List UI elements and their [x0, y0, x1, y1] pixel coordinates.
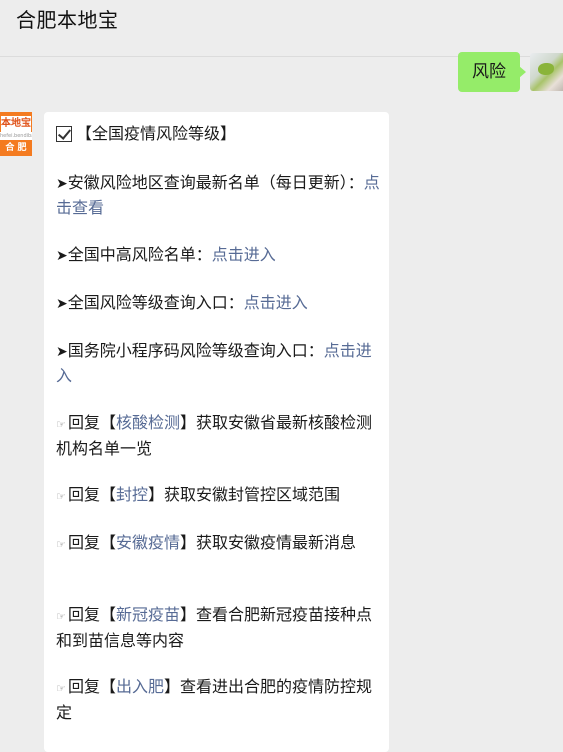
heading-text: 【全国疫情风险等级】: [76, 124, 237, 143]
pointing-hand-icon: ☞: [56, 682, 66, 695]
reply-text: 回复【: [68, 413, 117, 432]
account-avatar[interactable]: 本地宝 hefei.bendibao.com 合 肥: [0, 112, 32, 156]
reply-item: ☞ 回复【安徽疫情】获取安徽疫情最新消息: [56, 531, 381, 557]
reply-text: 回复【: [68, 533, 117, 552]
message-heading: 【全国疫情风险等级】: [56, 122, 381, 146]
list-item-text: 安徽风险地区查询最新名单（每日更新）：: [67, 173, 364, 192]
pointing-hand-icon: ☞: [56, 610, 66, 623]
keyword-link[interactable]: 新冠疫苗: [116, 605, 180, 624]
reply-item: ☞ 回复【出入肥】查看进出合肥的疫情防控规定: [56, 675, 381, 725]
arrow-icon: ➤: [56, 248, 68, 264]
enter-link[interactable]: 点击进入: [244, 293, 308, 312]
keyword-link[interactable]: 封控: [116, 485, 148, 504]
incoming-message-card: 【全国疫情风险等级】 ➤安徽风险地区查询最新名单（每日更新）：点击查看 ➤全国中…: [44, 112, 389, 752]
reply-text: 回复【: [68, 485, 117, 504]
keyword-link[interactable]: 出入肥: [116, 677, 164, 696]
account-logo-city: 合 肥: [5, 143, 27, 153]
reply-item: ☞ 回复【核酸检测】获取安徽省最新核酸检测机构名单一览: [56, 411, 381, 461]
reply-text: 】获取安徽封管控区域范围: [148, 485, 341, 504]
list-item: ➤全国风险等级查询入口：点击进入: [56, 291, 381, 316]
keyword-link[interactable]: 核酸检测: [116, 413, 180, 432]
reply-text: 回复【: [68, 677, 117, 696]
arrow-icon: ➤: [56, 176, 68, 192]
arrow-icon: ➤: [56, 296, 68, 312]
list-item-text: 国务院小程序码风险等级查询入口：: [67, 341, 324, 360]
list-item-text: 全国中高风险名单：: [67, 245, 212, 264]
list-item: ➤全国中高风险名单：点击进入: [56, 243, 381, 268]
chat-title: 合肥本地宝: [16, 8, 119, 32]
keyword-link[interactable]: 安徽疫情: [116, 533, 180, 552]
enter-link[interactable]: 点击进入: [212, 245, 276, 264]
pointing-hand-icon: ☞: [56, 418, 66, 431]
reply-text: 回复【: [68, 605, 117, 624]
reply-item: ☞ 回复【新冠疫苗】查看合肥新冠疫苗接种点和到苗信息等内容: [56, 603, 381, 653]
pointing-hand-icon: ☞: [56, 538, 66, 551]
user-avatar[interactable]: [530, 53, 563, 91]
account-logo-url: hefei.bendibao.com: [0, 132, 32, 140]
reply-text: 】获取安徽疫情最新消息: [180, 533, 357, 552]
list-item: ➤国务院小程序码风险等级查询入口：点击进入: [56, 339, 381, 388]
avatar-image: [538, 63, 554, 75]
outgoing-message-bubble[interactable]: 风险: [458, 52, 526, 92]
pointing-hand-icon: ☞: [56, 490, 66, 503]
reply-item: ☞ 回复【封控】获取安徽封管控区域范围: [56, 483, 381, 509]
arrow-icon: ➤: [56, 344, 68, 360]
account-logo: 本地宝: [1, 116, 31, 132]
list-item-text: 全国风险等级查询入口：: [67, 293, 244, 312]
checkbox-icon: [56, 126, 72, 142]
chat-header: 合肥本地宝: [0, 0, 563, 57]
list-item: ➤安徽风险地区查询最新名单（每日更新）：点击查看: [56, 171, 381, 220]
